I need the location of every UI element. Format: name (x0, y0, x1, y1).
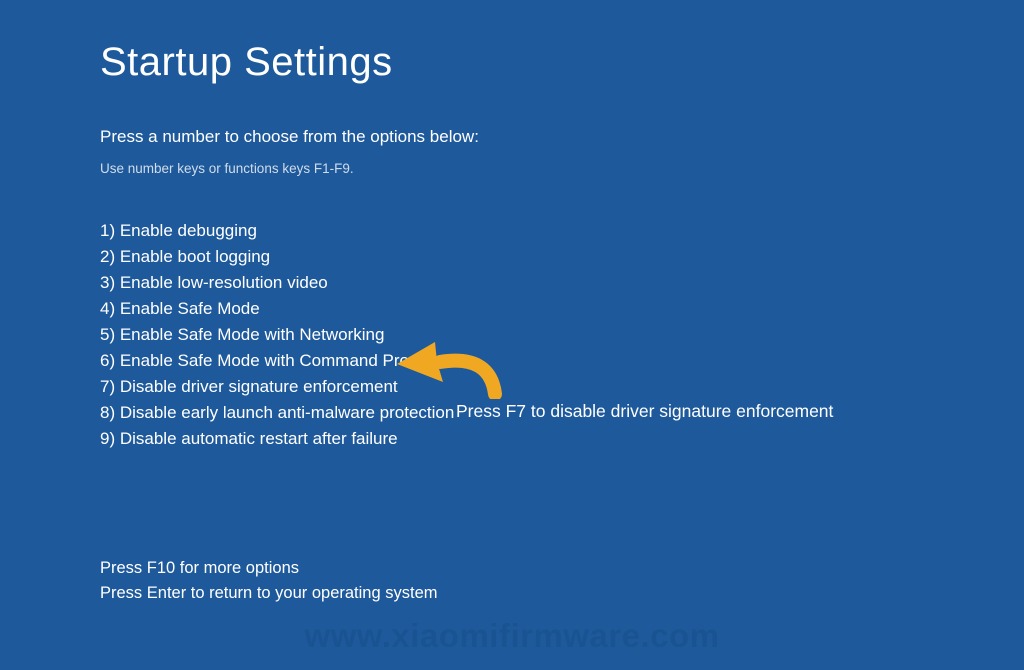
startup-settings-screen: Startup Settings Press a number to choos… (0, 0, 1024, 606)
footer-text: Press F10 for more options Press Enter t… (100, 556, 1024, 606)
option-6-safe-mode-cmd[interactable]: 6) Enable Safe Mode with Command Prompt (100, 348, 1024, 374)
option-1-debugging[interactable]: 1) Enable debugging (100, 218, 1024, 244)
watermark-text: www.xiaomifirmware.com (304, 617, 719, 655)
hint-text: Use number keys or functions keys F1-F9. (100, 161, 1024, 176)
option-5-safe-mode-networking[interactable]: 5) Enable Safe Mode with Networking (100, 322, 1024, 348)
option-4-safe-mode[interactable]: 4) Enable Safe Mode (100, 296, 1024, 322)
option-9-disable-auto-restart[interactable]: 9) Disable automatic restart after failu… (100, 426, 1024, 452)
page-title: Startup Settings (100, 40, 1024, 85)
annotation-arrow-icon (395, 334, 505, 399)
option-2-boot-logging[interactable]: 2) Enable boot logging (100, 244, 1024, 270)
option-7-disable-driver-sig[interactable]: 7) Disable driver signature enforcement (100, 374, 1024, 400)
footer-f10: Press F10 for more options (100, 556, 1024, 581)
footer-enter: Press Enter to return to your operating … (100, 581, 1024, 606)
option-3-low-res-video[interactable]: 3) Enable low-resolution video (100, 270, 1024, 296)
subtitle-text: Press a number to choose from the option… (100, 127, 1024, 147)
annotation-label: Press F7 to disable driver signature enf… (456, 401, 833, 422)
